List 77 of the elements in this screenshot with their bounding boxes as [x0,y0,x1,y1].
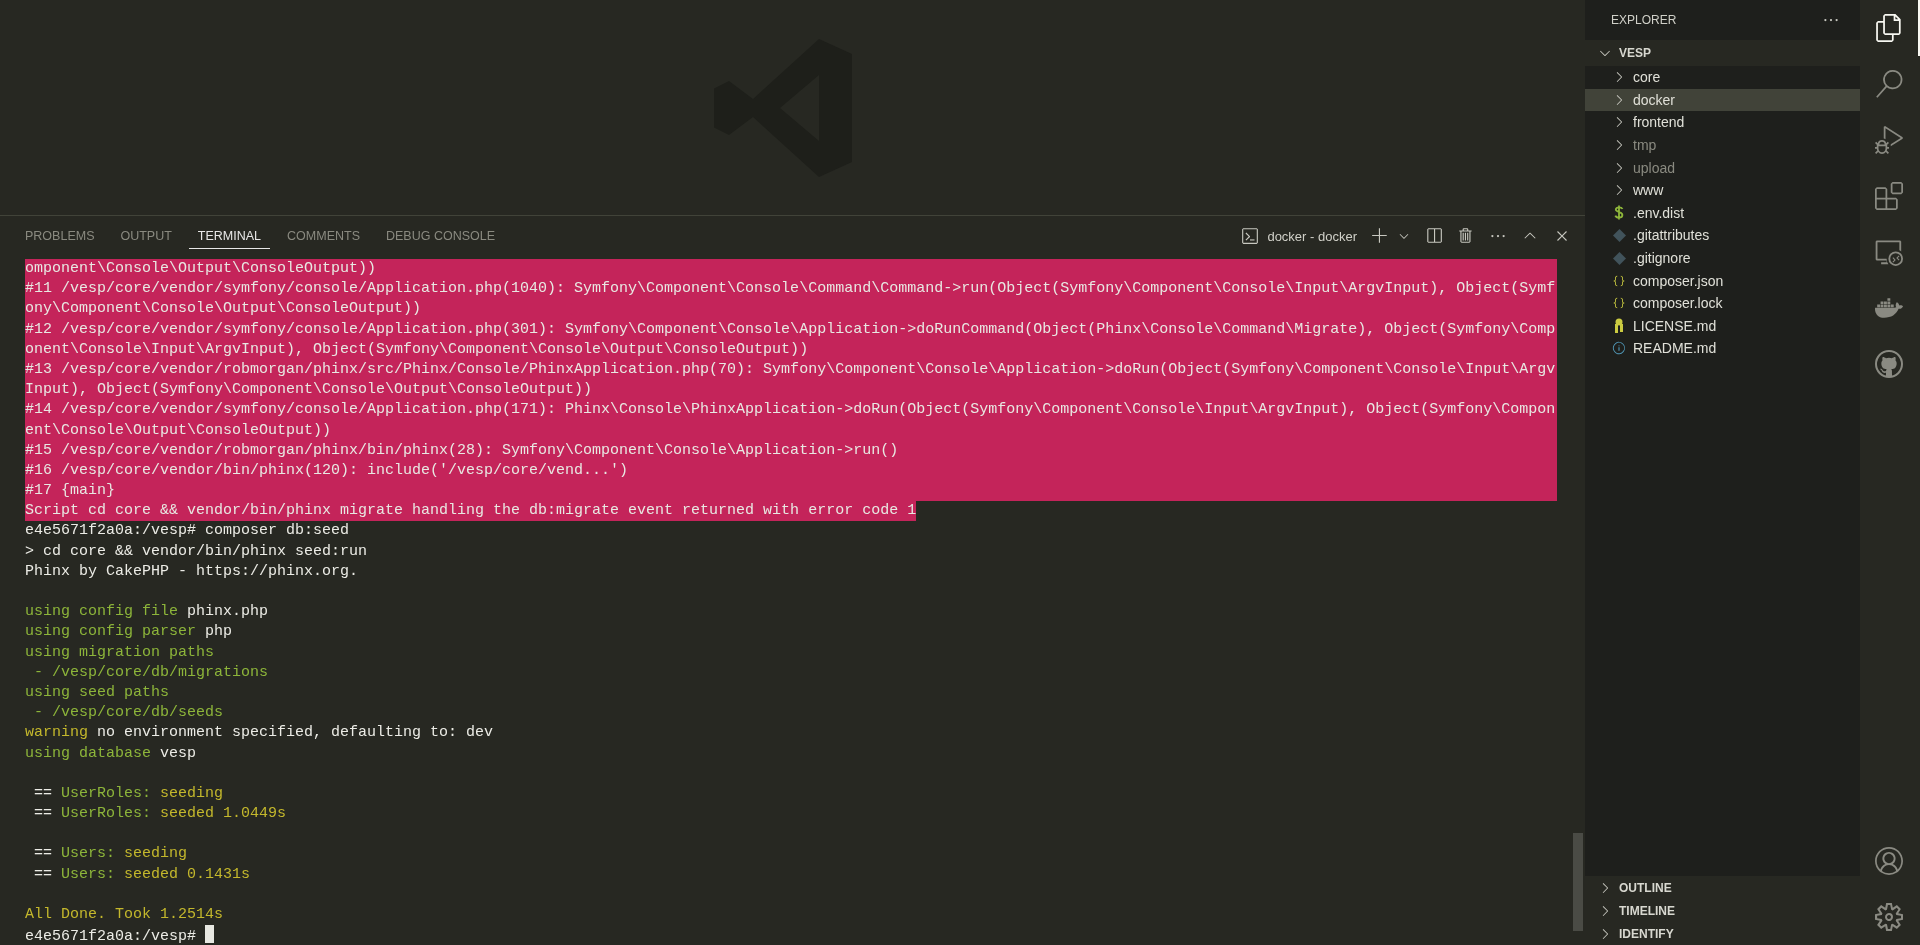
terminal-line: - /vesp/core/db/seeds [33,703,225,724]
remote-explorer-icon [1875,238,1903,266]
panel-tab[interactable]: OUTPUT [111,223,181,249]
file-tree-item[interactable]: .env.dist [1585,201,1860,225]
terminal-line: using database vesp [25,743,198,764]
file-name: .gitignore [1633,250,1691,267]
info-icon [1611,341,1627,356]
file-tree-item[interactable]: composer.lock [1585,291,1860,315]
file-name: composer.json [1633,272,1724,289]
terminal-line: == Users: seeded 0.1431s [33,864,252,885]
section-header[interactable]: TIMELINE [1585,899,1860,922]
terminal-line: == UserRoles: seeding [33,783,225,804]
file-name: .gitattributes [1633,227,1710,244]
section-title: TIMELINE [1619,903,1675,918]
terminal-line: - /vesp/core/db/migrations [33,662,270,683]
panel-tab[interactable]: DEBUG CONSOLE [377,223,505,249]
file-tree-item[interactable]: .gitattributes [1585,224,1860,247]
terminal-line: using seed paths [25,682,171,703]
files-icon [1875,14,1903,42]
terminal-name[interactable]: docker - docker [1267,228,1357,244]
file-tree-item[interactable]: LICENSE.md [1585,314,1860,338]
file-name: composer.lock [1633,295,1723,312]
diamond-icon [1611,228,1627,242]
terminal-line: e4e5671f2a0a:/vesp# composer db:seed [25,521,351,542]
file-tree-item[interactable]: www [1585,178,1860,202]
scrollbar-thumb[interactable] [1573,833,1583,931]
section-title: OUTLINE [1619,880,1672,895]
file-name: upload [1633,159,1676,176]
file-tree-item[interactable]: upload [1585,156,1860,179]
terminal-line: > cd core && vendor/bin/phinx seed:run [25,541,369,562]
terminal-line: == UserRoles: seeded 1.0449s [33,804,288,825]
section-title: IDENTIFY [1619,926,1674,941]
folder-name: VESP [1619,46,1651,60]
settings-icon [1875,903,1903,931]
file-name: .env.dist [1633,204,1685,221]
folder-header[interactable]: VESP [1585,40,1860,66]
run-debug-icon [1875,126,1903,154]
file-tree-item[interactable]: core [1585,66,1860,89]
cursor [205,925,215,944]
prompt-line: e4e5671f2a0a:/vesp# [25,925,1585,945]
add-icon[interactable] [1371,227,1389,245]
terminal-line: using config parser php [25,622,234,643]
panel-tab[interactable]: TERMINAL [188,223,271,249]
terminal-icon [1241,227,1260,245]
file-tree-item[interactable]: docker [1585,88,1860,112]
terminal-line: using migration paths [25,642,216,663]
file-name: docker [1633,91,1676,108]
explorer-title: EXPLORER [1611,13,1677,27]
terminal-line: All Done. Took 1.2514s [25,905,225,925]
terminal-line: warning no environment specified, defaulting to: dev [25,723,495,744]
file-name: README.md [1633,340,1717,357]
panel-tab[interactable]: PROBLEMS [16,223,104,249]
section-header[interactable]: IDENTIFY [1585,922,1860,945]
search-icon [1875,70,1903,98]
split-icon[interactable] [1425,227,1443,245]
braces-icon [1611,273,1627,288]
file-tree-item[interactable]: composer.json [1585,269,1860,292]
diamond-icon [1611,251,1627,265]
file-name: frontend [1633,114,1685,131]
terminal-line: using config file phinx.php [25,602,270,623]
trash-icon[interactable] [1457,227,1475,245]
panel-tab[interactable]: COMMENTS [278,223,369,249]
file-name: core [1633,69,1661,86]
file-tree-item[interactable]: frontend [1585,111,1860,134]
file-tree-item[interactable]: tmp [1585,133,1860,157]
file-tree-item[interactable]: .gitignore [1585,246,1860,270]
extensions-icon [1875,182,1903,210]
file-name: LICENSE.md [1633,317,1717,334]
terminal-line: Phinx by CakePHP - https://phinx.org. [25,561,360,582]
file-name: tmp [1633,137,1657,154]
github-icon [1875,350,1903,378]
braces-icon [1611,296,1627,311]
file-name: www [1633,182,1664,199]
account-icon [1875,847,1903,875]
terminal-line: == Users: seeding [33,844,189,865]
file-tree-item[interactable]: README.md [1585,337,1860,360]
section-header[interactable]: OUTLINE [1585,876,1860,899]
